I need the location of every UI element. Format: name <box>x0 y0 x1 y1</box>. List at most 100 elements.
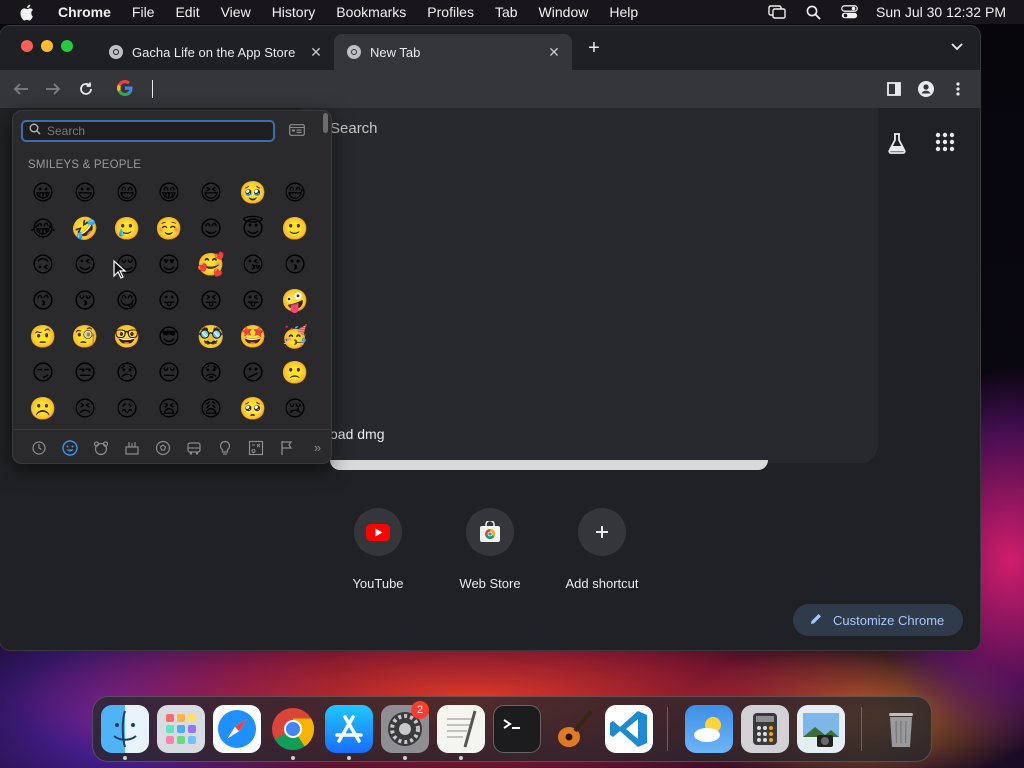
menu-profiles[interactable]: Profiles <box>427 4 474 20</box>
menu-file[interactable]: File <box>132 4 155 20</box>
dock-preview[interactable] <box>797 705 845 753</box>
dock-visual-studio-code[interactable] <box>605 705 653 753</box>
emoji-cell[interactable]: 😞 <box>106 355 148 391</box>
emoji-cell[interactable]: 🤩 <box>232 319 274 355</box>
dock-trash[interactable] <box>877 705 925 753</box>
dock-safari[interactable] <box>213 705 261 753</box>
menu-help[interactable]: Help <box>609 4 638 20</box>
apple-icon[interactable] <box>16 2 36 22</box>
emoji-cell[interactable]: 🥲 <box>106 211 148 247</box>
emoji-cell[interactable]: 🤪 <box>274 283 316 319</box>
activity-icon[interactable] <box>147 438 178 458</box>
back-arrow-icon[interactable] <box>10 78 32 100</box>
profile-avatar-icon[interactable] <box>916 79 936 99</box>
emoji-cell[interactable]: 😎 <box>148 319 190 355</box>
emoji-cell[interactable]: 😄 <box>106 175 148 211</box>
travel-icon[interactable] <box>178 438 209 458</box>
emoji-cell[interactable]: 😕 <box>232 355 274 391</box>
zoom-window-button[interactable] <box>61 40 73 52</box>
more-icon[interactable]: » <box>302 438 331 458</box>
emoji-cell[interactable]: 🙁 <box>274 355 316 391</box>
close-tab-icon[interactable]: ✕ <box>546 44 562 60</box>
side-panel-icon[interactable] <box>884 79 904 99</box>
menu-history[interactable]: History <box>272 4 316 20</box>
emoji-cell[interactable]: 🥺 <box>232 391 274 427</box>
emoji-cell[interactable]: 🤓 <box>106 319 148 355</box>
emoji-cell[interactable]: 😂 <box>22 211 64 247</box>
emoji-cell[interactable]: 🤣 <box>64 211 106 247</box>
emoji-cell[interactable]: 🙃 <box>22 247 64 283</box>
emoji-cell[interactable]: 😣 <box>64 391 106 427</box>
recent-icon[interactable] <box>23 438 54 458</box>
dock-terminal[interactable] <box>493 705 541 753</box>
emoji-cell[interactable]: 😚 <box>64 283 106 319</box>
emoji-search-input[interactable] <box>47 124 247 138</box>
shortcut-youtube[interactable]: YouTube <box>323 508 433 591</box>
emoji-cell[interactable]: 😝 <box>190 283 232 319</box>
emoji-cell[interactable]: 🥸 <box>190 319 232 355</box>
emoji-cell[interactable]: 🙂 <box>274 211 316 247</box>
smileys-icon[interactable] <box>54 438 85 458</box>
more-menu-icon[interactable] <box>948 79 968 99</box>
emoji-cell[interactable]: 🥰 <box>190 247 232 283</box>
character-viewer-icon[interactable] <box>289 123 305 137</box>
search-hint[interactable]: Search <box>330 120 378 137</box>
emoji-cell[interactable]: 😀 <box>22 175 64 211</box>
dock-garageband[interactable] <box>549 705 597 753</box>
chrome-labs-icon[interactable] <box>886 132 910 156</box>
emoji-cell[interactable]: ☹️ <box>22 391 64 427</box>
animals-icon[interactable] <box>85 438 116 458</box>
emoji-cell[interactable]: 😒 <box>64 355 106 391</box>
shortcut-web-store[interactable]: Web Store <box>435 508 545 591</box>
emoji-scrollbar[interactable] <box>323 113 328 133</box>
emoji-cell[interactable]: 😖 <box>106 391 148 427</box>
menu-app-name[interactable]: Chrome <box>58 4 111 20</box>
symbols-icon[interactable] <box>240 438 271 458</box>
emoji-cell[interactable]: 😁 <box>148 175 190 211</box>
menu-bar-clock[interactable]: Sun Jul 30 12:32 PM <box>876 4 1006 20</box>
dock-app-store[interactable] <box>325 705 373 753</box>
emoji-cell[interactable]: 😆 <box>190 175 232 211</box>
shortcut-add[interactable]: Add shortcut <box>547 508 657 591</box>
screen-mirroring-icon[interactable] <box>768 3 786 21</box>
food-icon[interactable] <box>116 438 147 458</box>
dock-textedit[interactable] <box>437 705 485 753</box>
emoji-cell[interactable]: ☺️ <box>148 211 190 247</box>
dock-google-chrome[interactable] <box>269 705 317 753</box>
omnibox-suggestion[interactable]: oad dmg <box>330 426 384 442</box>
minimize-window-button[interactable] <box>41 40 53 52</box>
emoji-cell[interactable]: 😘 <box>232 247 274 283</box>
emoji-cell[interactable]: 🥹 <box>232 175 274 211</box>
emoji-cell[interactable]: 😢 <box>274 391 316 427</box>
menu-window[interactable]: Window <box>539 4 589 20</box>
menu-view[interactable]: View <box>221 4 251 20</box>
close-tab-icon[interactable]: ✕ <box>308 44 324 60</box>
emoji-cell[interactable]: 😏 <box>22 355 64 391</box>
menu-edit[interactable]: Edit <box>175 4 199 20</box>
emoji-cell[interactable]: 🤨 <box>22 319 64 355</box>
emoji-cell[interactable]: 😅 <box>274 175 316 211</box>
dock-launchpad[interactable] <box>157 705 205 753</box>
tab-search-chevron-icon[interactable] <box>950 40 966 56</box>
tab-new-tab[interactable]: New Tab ✕ <box>334 34 572 70</box>
emoji-cell[interactable]: 😉 <box>64 247 106 283</box>
emoji-cell[interactable]: 😩 <box>190 391 232 427</box>
objects-icon[interactable] <box>209 438 240 458</box>
emoji-cell[interactable]: 😛 <box>148 283 190 319</box>
dock-weather[interactable] <box>685 705 733 753</box>
google-apps-icon[interactable] <box>935 132 957 154</box>
emoji-cell[interactable]: 😃 <box>64 175 106 211</box>
emoji-cell[interactable]: 😍 <box>148 247 190 283</box>
emoji-cell[interactable]: 😟 <box>190 355 232 391</box>
dock-calculator[interactable] <box>741 705 789 753</box>
emoji-cell[interactable]: 😙 <box>22 283 64 319</box>
menu-tab[interactable]: Tab <box>495 4 518 20</box>
emoji-cell[interactable]: 😫 <box>148 391 190 427</box>
emoji-cell[interactable]: 😔 <box>148 355 190 391</box>
emoji-cell[interactable]: 😊 <box>190 211 232 247</box>
emoji-cell[interactable]: 😇 <box>232 211 274 247</box>
spotlight-search-icon[interactable] <box>804 3 822 21</box>
new-tab-button[interactable]: + <box>584 38 604 58</box>
emoji-cell[interactable]: 😗 <box>274 247 316 283</box>
emoji-search-field[interactable] <box>21 120 275 142</box>
